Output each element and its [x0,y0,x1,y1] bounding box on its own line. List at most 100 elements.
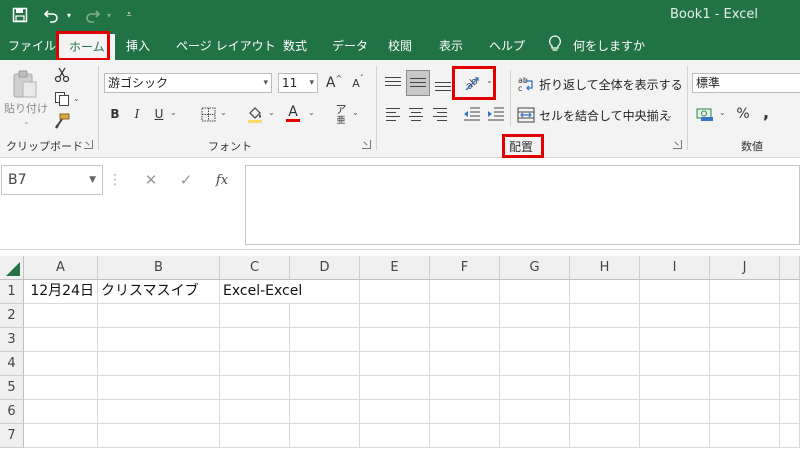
paste-dropdown-icon[interactable]: ⌄ [23,117,30,126]
grid-cell[interactable] [780,328,800,352]
grid-cell[interactable] [500,304,570,328]
tab-help[interactable]: ヘルプ [489,35,525,57]
grid-cell[interactable] [430,328,500,352]
grid-cell[interactable] [24,328,98,352]
grid-cell[interactable] [640,280,710,304]
accounting-dropdown-icon[interactable]: ⌄ [719,108,726,117]
decrease-indent-icon[interactable] [461,104,483,124]
column-header[interactable]: H [570,256,640,280]
grid-cell[interactable] [570,424,640,448]
tab-review[interactable]: 校閲 [388,35,412,57]
underline-dropdown-icon[interactable]: ⌄ [170,108,177,117]
row-header[interactable]: 6 [0,400,24,424]
merge-center-icon[interactable] [516,105,536,125]
undo-icon[interactable] [40,4,62,26]
redo-dropdown-icon[interactable]: ▾ [104,4,114,26]
grid-cell[interactable] [220,304,290,328]
font-launcher-icon[interactable] [362,140,371,149]
tab-formulas[interactable]: 数式 [283,35,307,57]
cell-b1[interactable]: クリスマスイブ [98,280,220,304]
grid-cell[interactable] [500,328,570,352]
grow-font-button[interactable]: A ^ [324,73,344,93]
column-header[interactable]: I [640,256,710,280]
font-color-dropdown-icon[interactable]: ⌄ [308,108,315,117]
save-icon[interactable] [8,4,32,26]
merge-dropdown-icon[interactable]: ⌄ [666,111,673,120]
grid-cell[interactable] [430,280,500,304]
cut-icon[interactable] [53,66,71,84]
grid-cell[interactable] [360,280,430,304]
grid-cell[interactable] [360,352,430,376]
tab-page-layout[interactable]: ページ レイアウト [176,35,276,57]
increase-indent-icon[interactable] [485,104,507,124]
cell-c1[interactable]: Excel-Excel [220,280,302,304]
grid-cell[interactable] [98,328,220,352]
tab-insert[interactable]: 挿入 [126,35,150,57]
grid-cell[interactable] [98,304,220,328]
grid-cell[interactable] [570,400,640,424]
borders-dropdown-icon[interactable]: ⌄ [220,108,227,117]
align-center-icon[interactable] [406,104,428,124]
grid-cell[interactable] [290,376,360,400]
column-header[interactable]: F [430,256,500,280]
grid-cell[interactable] [570,280,640,304]
row-header[interactable]: 7 [0,424,24,448]
column-header[interactable]: A [24,256,98,280]
grid-cell[interactable] [24,400,98,424]
paste-button[interactable]: 貼り付け [4,100,48,116]
grid-cell[interactable] [780,280,800,304]
grid-cell[interactable] [780,304,800,328]
tab-data[interactable]: データ [332,35,368,57]
font-color-button[interactable]: A [284,102,302,124]
grid-cell[interactable] [220,352,290,376]
row-header[interactable]: 2 [0,304,24,328]
bold-button[interactable]: B [106,104,124,124]
wrap-text-button[interactable]: 折り返して全体を表示する [539,76,683,93]
grid-cell[interactable] [360,376,430,400]
row-header[interactable]: 4 [0,352,24,376]
column-header[interactable]: G [500,256,570,280]
copy-dropdown-icon[interactable]: ⌄ [73,94,80,103]
grid-cell[interactable] [780,424,800,448]
grid-cell[interactable] [500,280,570,304]
grid-cell[interactable] [640,400,710,424]
wrap-text-icon[interactable]: ab c [516,74,536,94]
grid-cell[interactable] [710,400,780,424]
grid-cell[interactable] [430,352,500,376]
alignment-launcher-icon[interactable] [673,140,682,149]
redo-icon[interactable] [82,4,104,26]
grid-cell[interactable] [290,400,360,424]
align-top-icon[interactable] [383,72,405,94]
grid-cell[interactable] [500,424,570,448]
tell-me-search[interactable]: 何をしますか [573,35,645,57]
grid-cell[interactable] [360,328,430,352]
clipboard-launcher-icon[interactable] [84,140,93,149]
grid-cell[interactable] [640,328,710,352]
grid-cell[interactable] [500,352,570,376]
grid-cell[interactable] [290,424,360,448]
select-all-button[interactable] [0,256,24,280]
grid-cell[interactable] [430,424,500,448]
row-header[interactable]: 3 [0,328,24,352]
grid-cell[interactable] [98,352,220,376]
grid-cell[interactable] [98,376,220,400]
grid-cell[interactable] [290,304,360,328]
borders-icon[interactable] [199,105,217,123]
column-header[interactable]: D [290,256,360,280]
align-left-icon[interactable] [383,104,405,124]
row-header[interactable]: 5 [0,376,24,400]
font-name-select[interactable]: 游ゴシック ▾ [104,73,272,93]
grid-cell[interactable] [640,352,710,376]
fill-color-icon[interactable] [245,104,265,124]
grid-cell[interactable] [290,280,360,304]
grid-cell[interactable] [220,376,290,400]
grid-cell[interactable] [500,376,570,400]
grid-cell[interactable] [500,400,570,424]
grid-cell[interactable] [360,424,430,448]
column-header[interactable]: J [710,256,780,280]
column-header[interactable]: B [98,256,220,280]
font-size-select[interactable]: 11 ▾ [278,73,318,93]
grid-cell[interactable] [710,328,780,352]
grid-cell[interactable] [430,400,500,424]
column-header[interactable]: C [220,256,290,280]
